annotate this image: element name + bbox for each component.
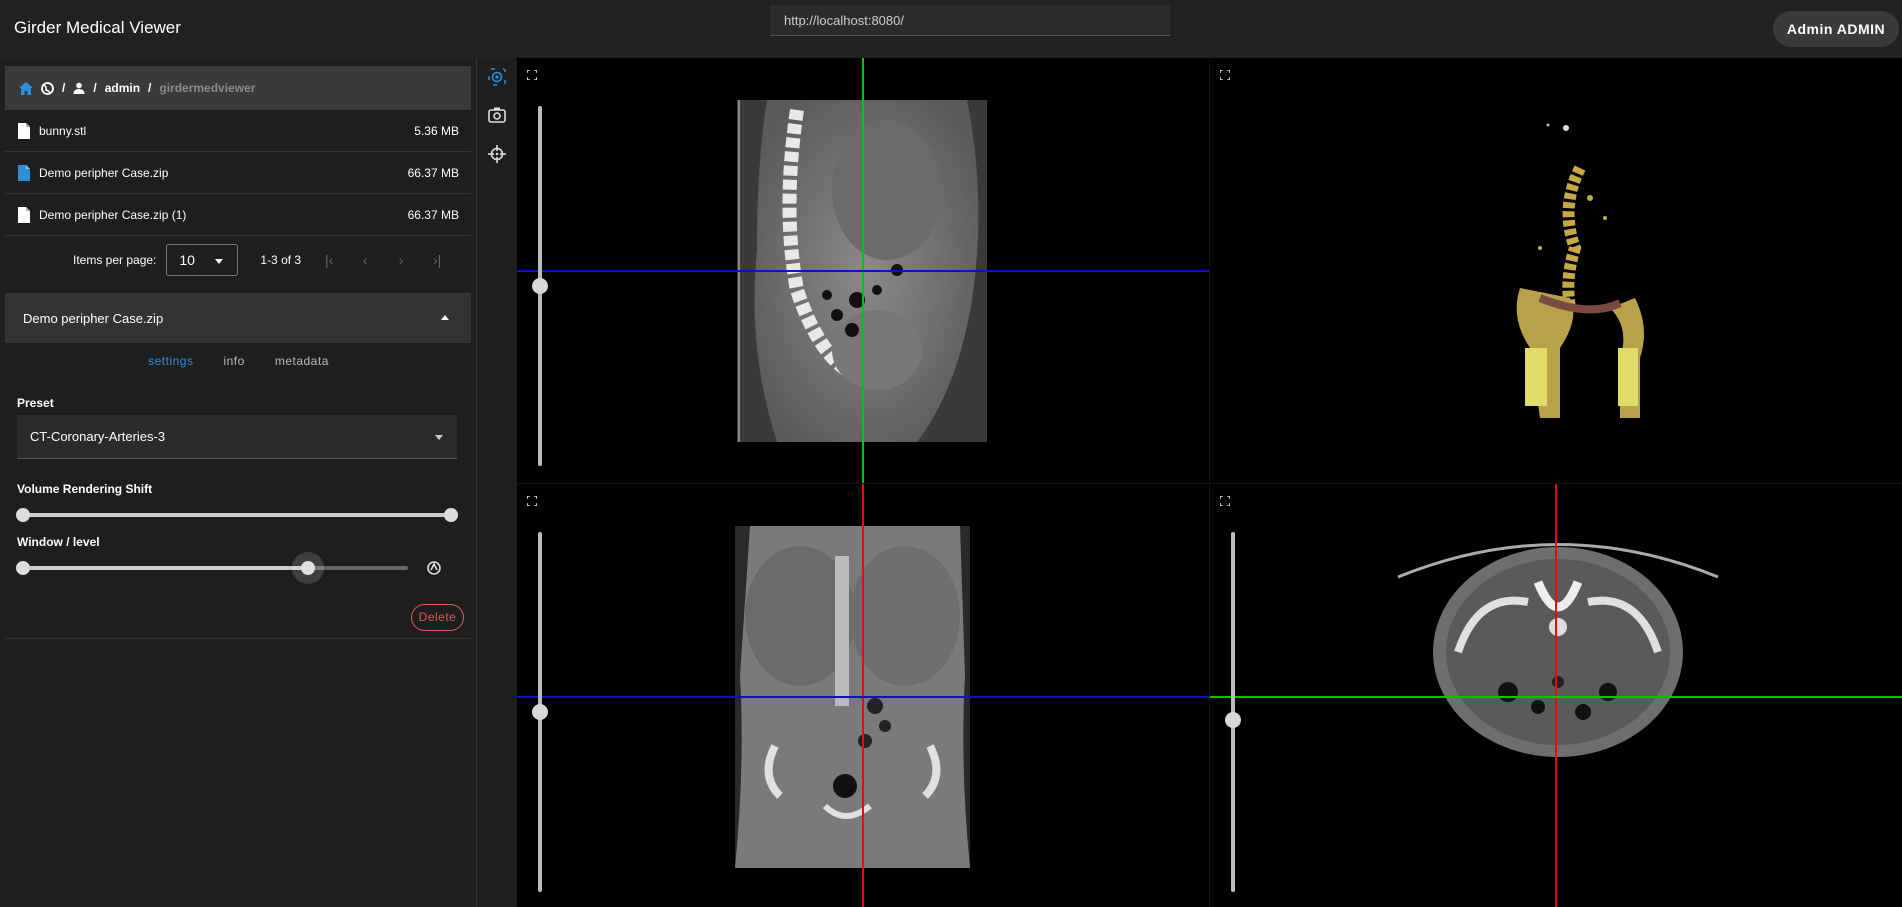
prev-page-icon[interactable]: ‹: [357, 252, 373, 268]
preset-select[interactable]: CT-Coronary-Arteries-3: [17, 415, 457, 459]
slider-thumb[interactable]: [1225, 712, 1241, 728]
viewport-coronal[interactable]: [517, 484, 1209, 907]
app-title: Girder Medical Viewer: [14, 18, 181, 37]
user-icon: [73, 82, 85, 94]
file-row[interactable]: Demo peripher Case.zip 66.37 MB: [5, 152, 471, 194]
first-page-icon[interactable]: |‹: [321, 252, 337, 268]
window-level-label: Window / level: [17, 535, 100, 549]
globe-icon: [41, 81, 54, 95]
items-per-page-label: Items per page:: [73, 253, 157, 267]
url-field[interactable]: http://localhost:8080/: [770, 5, 1170, 36]
items-per-page-value: 10: [179, 252, 195, 268]
expand-icon[interactable]: [527, 496, 537, 506]
breadcrumb: / / admin / girdermedviewer: [5, 66, 471, 110]
page-range: 1-3 of 3: [260, 253, 302, 267]
file-name: bunny.stl: [39, 123, 87, 138]
slider-thumb[interactable]: [532, 704, 548, 720]
home-icon: [19, 81, 33, 95]
file-list: bunny.stl 5.36 MB Demo peripher Case.zip…: [5, 110, 471, 236]
viewport-3d[interactable]: [1210, 58, 1902, 483]
vr-shift-label: Volume Rendering Shift: [17, 482, 153, 496]
file-name: Demo peripher Case.zip (1): [39, 207, 187, 222]
screenshot-icon[interactable]: [488, 106, 506, 124]
reset-window-level-icon[interactable]: [426, 560, 442, 576]
file-row[interactable]: Demo peripher Case.zip (1) 66.37 MB: [5, 194, 471, 236]
slider-thumb-max[interactable]: [300, 561, 315, 575]
viewport-axial[interactable]: [1210, 484, 1902, 907]
top-app-bar: Girder Medical Viewer http://localhost:8…: [0, 0, 1902, 58]
slider-thumb-min[interactable]: [16, 508, 30, 522]
preset-value: CT-Coronary-Arteries-3: [30, 429, 166, 444]
breadcrumb-collections[interactable]: [41, 81, 54, 95]
expand-icon[interactable]: [527, 70, 537, 80]
panel-title: Demo peripher Case.zip: [23, 310, 164, 326]
view-toolbar: [477, 58, 517, 907]
expand-icon[interactable]: [1220, 496, 1230, 506]
chevron-up-icon: [441, 315, 449, 320]
crosshair-horizontal: [517, 696, 1209, 698]
expand-icon[interactable]: [1220, 70, 1230, 80]
user-menu-button[interactable]: Admin ADMIN: [1773, 11, 1899, 47]
breadcrumb-home[interactable]: [19, 81, 33, 95]
crosshair-horizontal: [1210, 696, 1902, 698]
slider-thumb[interactable]: [532, 278, 548, 294]
reset-camera-icon[interactable]: [488, 68, 506, 86]
file-size: 5.36 MB: [414, 123, 459, 138]
file-icon: [18, 164, 30, 181]
delete-button[interactable]: Delete: [411, 604, 464, 631]
slider-track-fill: [23, 566, 308, 570]
crosshair-horizontal: [517, 270, 1209, 272]
tab-metadata[interactable]: metadata: [275, 350, 329, 380]
breadcrumb-item-admin[interactable]: admin: [105, 81, 140, 95]
file-icon: [18, 206, 30, 223]
tab-settings[interactable]: settings: [148, 350, 193, 380]
slider-thumb-min[interactable]: [16, 561, 30, 575]
chevron-down-icon: [215, 259, 224, 264]
divider: [5, 638, 471, 639]
slider-thumb-max[interactable]: [444, 508, 458, 522]
slider-track: [23, 513, 451, 517]
file-size: 66.37 MB: [407, 165, 459, 180]
chevron-down-icon: [435, 435, 443, 440]
items-per-page-select[interactable]: 10: [166, 244, 239, 276]
left-panel: / / admin / girdermedviewer bunny.stl 5.…: [0, 58, 477, 907]
crosshair-icon[interactable]: [488, 145, 506, 163]
panel-tabs: settings info metadata: [0, 350, 477, 380]
file-size: 66.37 MB: [407, 207, 459, 222]
last-page-icon[interactable]: ›|: [429, 252, 445, 268]
file-row[interactable]: bunny.stl 5.36 MB: [5, 110, 471, 152]
next-page-icon[interactable]: ›: [393, 252, 409, 268]
breadcrumb-users[interactable]: [73, 82, 85, 94]
axial-ct-image: [1397, 543, 1719, 757]
viewport-sagittal[interactable]: [517, 58, 1209, 483]
tab-info[interactable]: info: [223, 350, 244, 380]
volume-rendering-image: [1516, 123, 1644, 418]
pagination: Items per page: 10 1-3 of 3 |‹ ‹ › ›|: [5, 238, 471, 282]
expansion-panel-header[interactable]: Demo peripher Case.zip: [5, 293, 471, 343]
file-name: Demo peripher Case.zip: [39, 165, 169, 180]
file-icon: [18, 122, 30, 139]
preset-label: Preset: [17, 396, 54, 410]
breadcrumb-item-girdermedviewer[interactable]: girdermedviewer: [159, 81, 255, 95]
